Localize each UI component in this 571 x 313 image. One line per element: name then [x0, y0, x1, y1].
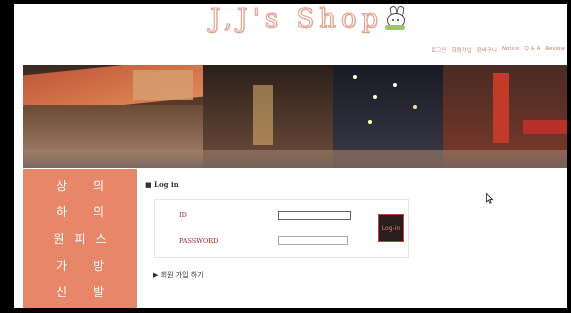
category-char: 피	[74, 232, 86, 246]
category-dresses[interactable]: 원 피 스	[23, 230, 137, 247]
category-char: 상	[55, 179, 67, 193]
id-label: ID	[179, 211, 187, 219]
category-char: 의	[93, 179, 105, 193]
nav-signup[interactable]: 회원가입	[451, 46, 471, 54]
category-char: 신	[55, 285, 67, 299]
category-char: 스	[95, 232, 107, 246]
login-form: ID PASSWORD Log-in	[154, 199, 409, 258]
category-char: 방	[93, 259, 105, 273]
category-char: 원	[53, 232, 65, 246]
signup-link[interactable]: ▶ 회원 가입 하기	[153, 270, 204, 280]
category-shoes[interactable]: 신 발	[23, 283, 137, 300]
category-char: 발	[93, 285, 105, 299]
banner-image	[23, 65, 567, 168]
nav-notice[interactable]: Notice	[502, 46, 520, 54]
nav-login[interactable]: 로그인	[431, 46, 446, 54]
mouse-cursor-icon	[486, 193, 493, 204]
category-tops[interactable]: 상 의	[23, 177, 137, 194]
category-sidebar: 상 의 하 의 원 피 스 가 방 신 발	[23, 169, 137, 308]
category-char: 가	[55, 259, 67, 273]
top-navigation: 로그인 회원가입 장바구니 Notice Q & A Review	[431, 46, 565, 54]
nav-cart[interactable]: 장바구니	[477, 46, 497, 54]
nav-qna[interactable]: Q & A	[524, 46, 540, 54]
logo-text: J,J's Shop	[209, 4, 384, 34]
login-section: ■ Log in ID PASSWORD Log-in ▶ 회원 가입 하기	[145, 169, 565, 308]
login-button[interactable]: Log-in	[378, 214, 404, 242]
login-title: ■ Log in	[145, 180, 179, 189]
browser-page: J,J's Shop 로그인 회원가입 장바구니 Notice Q & A Re…	[14, 4, 567, 308]
category-char: 의	[93, 205, 105, 219]
category-bottoms[interactable]: 하 의	[23, 203, 137, 220]
site-logo[interactable]: J,J's Shop	[209, 4, 407, 34]
nav-review[interactable]: Review	[545, 46, 565, 54]
password-label: PASSWORD	[179, 237, 219, 245]
id-input[interactable]	[278, 211, 351, 220]
category-bags[interactable]: 가 방	[23, 257, 137, 274]
bunny-mascot-icon	[385, 5, 407, 30]
password-input[interactable]	[278, 236, 348, 245]
category-char: 하	[55, 205, 67, 219]
